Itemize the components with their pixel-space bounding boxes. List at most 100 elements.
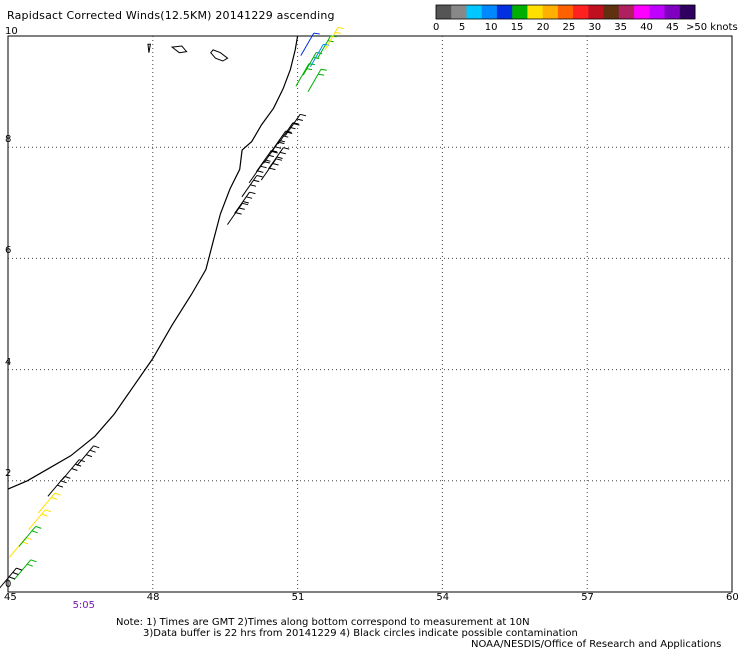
island-outline <box>147 43 151 53</box>
note-line-2: 3)Data buffer is 22 hrs from 20141229 4)… <box>143 628 578 639</box>
legend-swatch <box>542 5 559 19</box>
wind-barb-feather <box>334 32 341 34</box>
legend-label: >50 knots <box>686 22 738 33</box>
x-tick-label: 60 <box>726 592 739 603</box>
wind-barb-feather <box>318 73 325 76</box>
legend-label: 45 <box>666 22 679 33</box>
wind-barb-feather <box>313 32 320 35</box>
wind-barb-feather <box>283 147 290 150</box>
y-tick-label: 6 <box>5 245 12 257</box>
wind-barb <box>18 525 42 547</box>
wind-map <box>0 4 733 593</box>
wind-barb-feather <box>35 525 42 529</box>
wind-barb-feather <box>242 202 249 206</box>
legend-label: 35 <box>614 22 628 33</box>
legend-label: 25 <box>562 22 576 33</box>
wind-barb-feather <box>30 559 37 563</box>
legend-label: 20 <box>536 22 550 33</box>
legend-swatch <box>603 5 620 19</box>
legend-swatch <box>618 5 635 19</box>
map-frame <box>7 35 733 593</box>
legend-swatch <box>436 5 452 19</box>
wind-barb-feather <box>89 449 96 453</box>
wind-barb-feather <box>12 572 19 575</box>
wind-barb-feather <box>327 40 334 43</box>
wind-barb-feather <box>235 212 242 215</box>
note-line-3: NOAA/NESDIS/Office of Research and Appli… <box>471 639 722 650</box>
wind-barb-feather <box>272 163 279 166</box>
wind-barb-shaft <box>295 63 310 87</box>
wind-barb-feather <box>269 167 276 171</box>
wind-barb-feather <box>238 207 245 210</box>
legend-label: 10 <box>484 22 498 33</box>
wind-barb-feather <box>257 170 264 173</box>
wind-barb-feather <box>337 27 344 29</box>
wind-barb-feather <box>242 201 249 204</box>
wind-barb <box>8 537 32 558</box>
y-tick-label: 10 <box>5 26 18 37</box>
legend-label: 5 <box>458 22 466 33</box>
x-tick-label: 51 <box>291 592 305 603</box>
time-label: 5:05 <box>72 600 96 611</box>
x-tick-label: 57 <box>581 592 594 603</box>
wind-barb-feather <box>279 151 287 155</box>
legend-swatch <box>481 5 498 19</box>
legend-label: 15 <box>510 22 524 33</box>
wind-barb-feather <box>27 563 33 567</box>
wind-barb <box>37 492 61 514</box>
wind-barb-shaft <box>309 43 324 67</box>
wind-barb <box>47 475 71 497</box>
wind-barb-feather <box>86 454 93 458</box>
legend-swatch <box>512 5 528 19</box>
wind-barb-feather <box>93 445 100 449</box>
note-line-1: Note: 1) Times are GMT 2)Times along bot… <box>116 617 530 628</box>
wind-barb-shaft <box>307 68 322 92</box>
wind-barb-feather <box>320 68 327 71</box>
wind-barb-feather <box>45 509 52 513</box>
wind-barb-shaft <box>317 35 332 59</box>
wind-barb-feather <box>25 537 32 540</box>
wind-barb <box>295 63 315 87</box>
wind-barb <box>307 68 327 92</box>
wind-barb-shaft <box>62 459 80 480</box>
legend-swatch <box>634 5 650 19</box>
wind-barb-feather <box>51 497 58 500</box>
wind-barb-feather <box>54 492 61 496</box>
wind-barb-feather <box>57 484 64 488</box>
wind-barb-feather <box>300 113 307 117</box>
wind-barb-feather <box>250 184 257 187</box>
island-outline <box>170 45 188 54</box>
wind-barb-feather <box>60 480 67 484</box>
y-tick-label: 8 <box>5 134 12 146</box>
legend-label: 30 <box>588 22 602 33</box>
legend-swatch <box>679 5 696 19</box>
wind-barb <box>324 27 344 51</box>
y-tick-label: 4 <box>5 356 12 368</box>
wind-barb-shaft <box>302 52 317 76</box>
legend-swatch <box>557 5 574 19</box>
legend-swatch <box>588 5 605 19</box>
coastline <box>7 35 299 490</box>
wind-barb-shaft <box>13 559 32 581</box>
y-tick-label: 2 <box>5 467 12 479</box>
wind-barb-feather <box>260 165 267 169</box>
wind-barb <box>28 509 52 531</box>
x-tick-label: 54 <box>436 592 450 603</box>
wind-barb-feather <box>275 158 283 161</box>
legend-swatch <box>527 5 544 19</box>
wind-barb-feather <box>41 513 48 517</box>
x-tick-label: 45 <box>4 592 17 603</box>
wind-barb-feather <box>276 156 283 159</box>
legend-swatch <box>466 5 483 19</box>
legend-label: 40 <box>640 22 653 33</box>
wind-barb <box>226 202 249 225</box>
x-tick-label: 48 <box>146 592 160 603</box>
wind-map-root: Rapidsact Corrected Winds(12.5KM) 201412… <box>0 0 740 650</box>
wind-barb-shaft <box>324 27 339 51</box>
wind-barb-feather <box>71 468 78 471</box>
wind-barb-feather <box>253 179 260 183</box>
island-outline <box>210 49 229 62</box>
legend-swatch <box>451 5 467 19</box>
wind-barb-feather <box>16 567 23 571</box>
wind-barb-feather <box>246 196 253 199</box>
